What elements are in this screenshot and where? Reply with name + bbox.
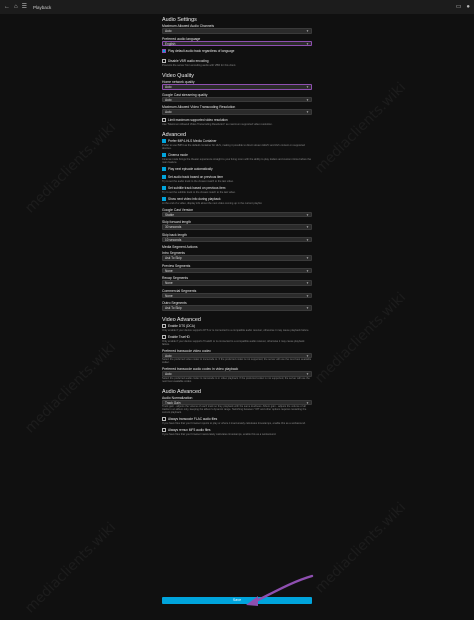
watermark: mediaclients.wiki [22,339,120,437]
limit-resolution-checkbox[interactable] [162,117,166,122]
disable-vbr-checkbox[interactable] [162,59,166,63]
enable-truehd-checkbox[interactable] [162,334,166,339]
next-episode-label: Play next episode automatically [168,166,213,171]
set-audio-track-label: Set audio track based on previous item [168,174,224,179]
audio-normalization-select[interactable]: Track Gain ▼ [162,399,312,405]
skip-back-select[interactable]: 10 seconds ▼ [162,236,312,242]
segment-select[interactable]: None ▼ [162,280,312,286]
transcode-flac-label: Always transcode FLAC audio files [168,417,218,421]
cinema-mode-label: Cinema mode [168,152,188,157]
cast-quality-label: Google Cast streaming quality [162,92,208,97]
max-resolution-select[interactable]: Auto ▼ [162,109,312,115]
chevron-down-icon: ▼ [306,353,309,358]
chevron-down-icon: ▼ [306,29,309,33]
preferred-audio-language-select[interactable]: English ▼ [162,40,312,46]
section-video-advanced: Video Advanced [162,316,201,323]
skip-forward-select[interactable]: 30 seconds ▼ [162,224,312,230]
watermark: mediaclients.wiki [312,79,410,177]
segment-label: Preview Segments [162,263,191,268]
watermark: mediaclients.wiki [22,119,120,217]
section-video-quality: Video Quality [162,73,194,79]
video-codec-select[interactable]: Auto ▼ [162,352,312,358]
chevron-down-icon: ▼ [306,97,309,102]
play-default-audio-label: Play default audio track regardless of l… [168,49,235,53]
playback-settings-form: Audio Settings Maximum Allowed Audio Cha… [162,16,312,436]
prefer-fmp4-label: Prefer fMP4-HLS Media Container [168,138,217,143]
cast-version-label: Google Cast Version [162,207,194,212]
max-audio-channels-select[interactable]: Auto ▼ [162,28,312,34]
watermark: mediaclients.wiki [312,499,410,597]
enable-dts-help: Only enable if your device supports DTS … [162,328,310,332]
enable-dts-label: Enable DTS (DCA) [168,323,195,328]
set-subtitle-track-label: Set subtitle track based on previous ite… [168,185,226,190]
segment-select[interactable]: Ask To Skip ▼ [162,255,312,261]
page-title: Playback [33,4,52,10]
remux-mp3-help: If you have files that your browser inac… [162,433,277,436]
show-next-video-checkbox[interactable] [162,196,166,201]
prefer-fmp4-checkbox[interactable] [162,138,166,143]
audio-codec-select[interactable]: Auto ▼ [162,371,312,377]
next-episode-checkbox[interactable] [162,166,166,171]
enable-dts-checkbox[interactable] [162,323,166,328]
watermark: mediaclients.wiki [312,289,410,387]
segment-select[interactable]: None ▼ [162,292,312,298]
transcode-flac-help: If you have files that your browser reje… [162,422,306,425]
chevron-down-icon: ▼ [306,293,309,298]
menu-icon[interactable]: ☰ [22,0,27,14]
annotation-arrow-icon [246,574,314,606]
play-default-audio-checkbox[interactable] [162,49,166,53]
chevron-down-icon: ▼ [306,85,309,89]
chevron-down-icon: ▼ [306,268,309,273]
cinema-mode-checkbox[interactable] [162,152,166,157]
top-bar-actions: ▭ ● [451,0,470,14]
chevron-down-icon: ▼ [306,306,309,310]
audio-normalization-help: Track gain - adjusts the volume of each … [162,405,307,414]
home-network-quality-select[interactable]: Auto ▼ [162,84,312,90]
audio-normalization-label: Audio Normalization [162,395,193,400]
video-codec-label: Preferred transcode video codec [162,348,212,353]
show-next-video-label: Show next video info during playback [168,196,221,201]
segment-label: Commercial Segments [162,288,197,293]
transcode-flac-checkbox[interactable] [162,417,166,421]
limit-resolution-label: Limit maximum supported video resolution [168,117,228,122]
skip-back-label: Skip back length [162,232,187,237]
section-audio-settings: Audio Settings [162,17,197,23]
set-subtitle-track-checkbox[interactable] [162,185,166,190]
preferred-audio-language-label: Preferred audio language [162,36,201,41]
top-bar: ← ⌂ ☰ Playback ▭ ● [0,0,474,14]
chevron-down-icon: ▼ [306,400,309,405]
chevron-down-icon: ▼ [306,41,309,46]
set-audio-track-checkbox[interactable] [162,174,166,179]
chevron-down-icon: ▼ [306,237,309,242]
chevron-down-icon: ▼ [306,372,309,376]
enable-truehd-label: Enable TrueHD [168,334,190,339]
chevron-down-icon: ▼ [306,225,309,229]
segment-select[interactable]: Ask To Skip ▼ [162,305,312,311]
chevron-down-icon: ▼ [306,281,309,285]
user-icon[interactable]: ● [466,0,470,14]
cast-version-select[interactable]: Stable ▼ [162,211,312,217]
chevron-down-icon: ▼ [306,110,309,114]
chevron-down-icon: ▼ [306,212,309,217]
remux-mp3-label: Always remux MP3 audio files [168,428,211,432]
arrow-left-icon[interactable]: ← [4,0,10,14]
home-icon[interactable]: ⌂ [14,0,18,14]
segment-select[interactable]: None ▼ [162,267,312,273]
cast-quality-select[interactable]: Auto ▼ [162,96,312,102]
cast-icon[interactable]: ▭ [456,0,462,14]
chevron-down-icon: ▼ [306,256,309,260]
remux-mp3-checkbox[interactable] [162,428,166,432]
watermark: mediaclients.wiki [22,519,120,617]
section-audio-advanced: Audio Advanced [162,388,201,395]
section-advanced: Advanced [162,131,186,138]
disable-vbr-label: Disable VBR audio encoding [168,59,209,63]
